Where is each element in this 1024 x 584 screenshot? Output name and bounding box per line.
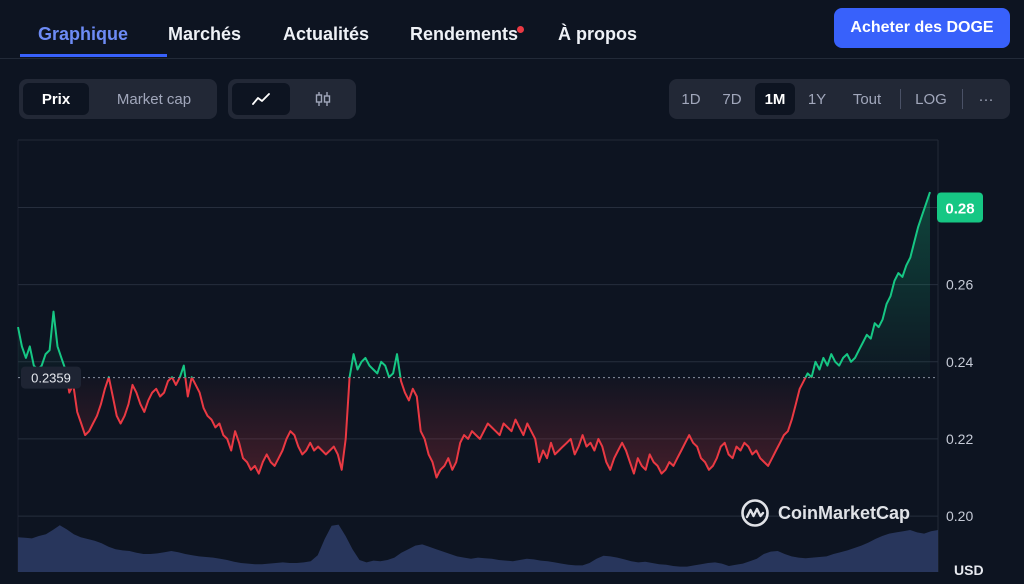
reference-label: 0.2359	[31, 371, 71, 386]
y-tick-label: 0.24	[946, 354, 973, 370]
coinmarketcap-logo-icon	[741, 499, 769, 527]
price-line-above	[17, 191, 931, 378]
volume-area	[18, 524, 938, 572]
y-tick-label: 0.22	[946, 431, 973, 447]
current-price-label: 0.28	[945, 201, 974, 218]
price-area-below	[66, 377, 806, 478]
y-tick-label: 0.20	[946, 508, 973, 524]
watermark-text: CoinMarketCap	[778, 502, 911, 523]
coinmarketcap-watermark: CoinMarketCap	[740, 496, 910, 530]
currency-unit-label: USD	[954, 562, 984, 578]
price-area-above	[18, 192, 930, 378]
y-tick-label: 0.26	[946, 277, 973, 293]
price-line-below	[65, 377, 813, 479]
